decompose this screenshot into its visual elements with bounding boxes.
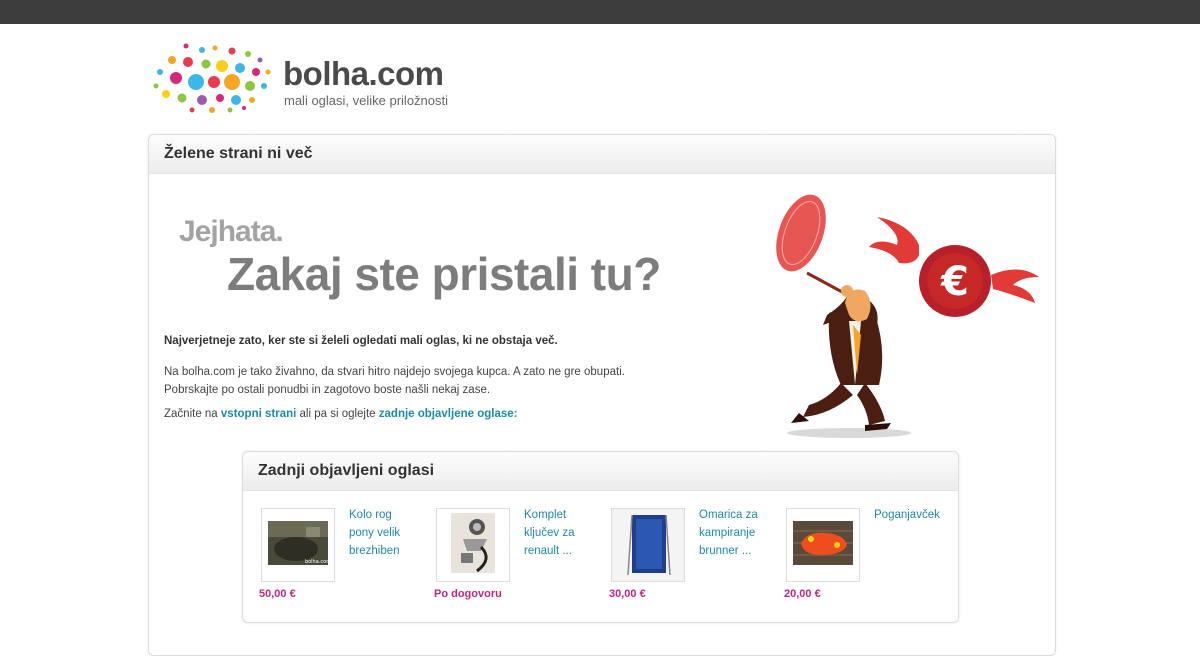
man-chasing-euro-illustration: € xyxy=(776,194,1039,438)
ad-item[interactable]: bolha.com Kolo rog pony velik brezhiben … xyxy=(243,508,418,608)
top-bar xyxy=(0,0,1200,24)
ad-price: 20,00 € xyxy=(784,588,821,600)
bike-photo-icon: bolha.com xyxy=(268,521,331,565)
links-prefix: Začnite na xyxy=(164,408,221,420)
home-page-link[interactable]: vstopni strani xyxy=(221,408,296,420)
site-logo[interactable]: bolha.com mali oglasi, velike priložnost… xyxy=(152,42,462,114)
ad-title[interactable]: Komplet ključev za renault ... xyxy=(524,506,592,560)
ad-price: 30,00 € xyxy=(609,588,646,600)
intro-text: Najverjetneje zato, ker ste si želeli og… xyxy=(164,335,558,347)
ad-thumbnail[interactable] xyxy=(786,508,860,582)
watermark-text: bolha.com xyxy=(305,559,331,565)
panel-title: Želene strani ni več xyxy=(164,145,313,162)
body-text-line-1: Na bolha.com je tako živahno, da stvari … xyxy=(164,366,625,378)
panel-header: Želene strani ni več xyxy=(149,135,1055,174)
logo-dots-icon xyxy=(153,43,271,113)
svg-text:€: € xyxy=(940,259,969,305)
logo-name: bolha.com xyxy=(283,55,444,92)
body-text: Na bolha.com je tako živahno, da stvari … xyxy=(164,363,664,399)
ad-thumbnail[interactable]: bolha.com xyxy=(261,508,335,582)
ad-title[interactable]: Poganjavček xyxy=(874,506,942,524)
ad-thumbnail[interactable] xyxy=(436,508,510,582)
ad-item[interactable]: Komplet ključev za renault ... Po dogovo… xyxy=(418,508,593,608)
ad-title[interactable]: Omarica za kampiranje brunner ... xyxy=(699,506,767,560)
ad-thumbnail[interactable] xyxy=(611,508,685,582)
ad-price: 50,00 € xyxy=(259,588,296,600)
body-text-line-2: Pobrskajte po ostali ponudbi in zagotovo… xyxy=(164,384,491,396)
keys-photo-icon xyxy=(451,513,495,573)
logo-tagline: mali oglasi, velike priložnosti xyxy=(284,93,449,108)
ad-title[interactable]: Kolo rog pony velik brezhiben xyxy=(349,506,417,560)
heading-small: Jejhata. xyxy=(179,215,284,248)
ad-item[interactable]: Poganjavček 20,00 € xyxy=(768,508,943,608)
error-panel: Želene strani ni več Jejhata. Zakaj ste … xyxy=(148,134,1056,656)
recent-ads-link[interactable]: zadnje objavljene oglase: xyxy=(379,408,518,420)
links-middle: ali pa si oglejte xyxy=(296,408,379,420)
recent-ads-title: Zadnji objavljeni oglasi xyxy=(258,462,435,479)
heading-large: Zakaj ste pristali tu? xyxy=(227,248,661,300)
links-paragraph: Začnite na vstopni strani ali pa si ogle… xyxy=(164,408,517,420)
cabinet-photo-icon xyxy=(612,509,684,581)
ad-price: Po dogovoru xyxy=(434,588,502,600)
recent-ads-box: Zadnji objavljeni oglasi bolha.com Kolo … xyxy=(242,451,959,623)
recent-ads-header: Zadnji objavljeni oglasi xyxy=(243,452,958,491)
ride-on-toy-photo-icon xyxy=(793,521,853,565)
ad-item[interactable]: Omarica za kampiranje brunner ... 30,00 … xyxy=(593,508,768,608)
